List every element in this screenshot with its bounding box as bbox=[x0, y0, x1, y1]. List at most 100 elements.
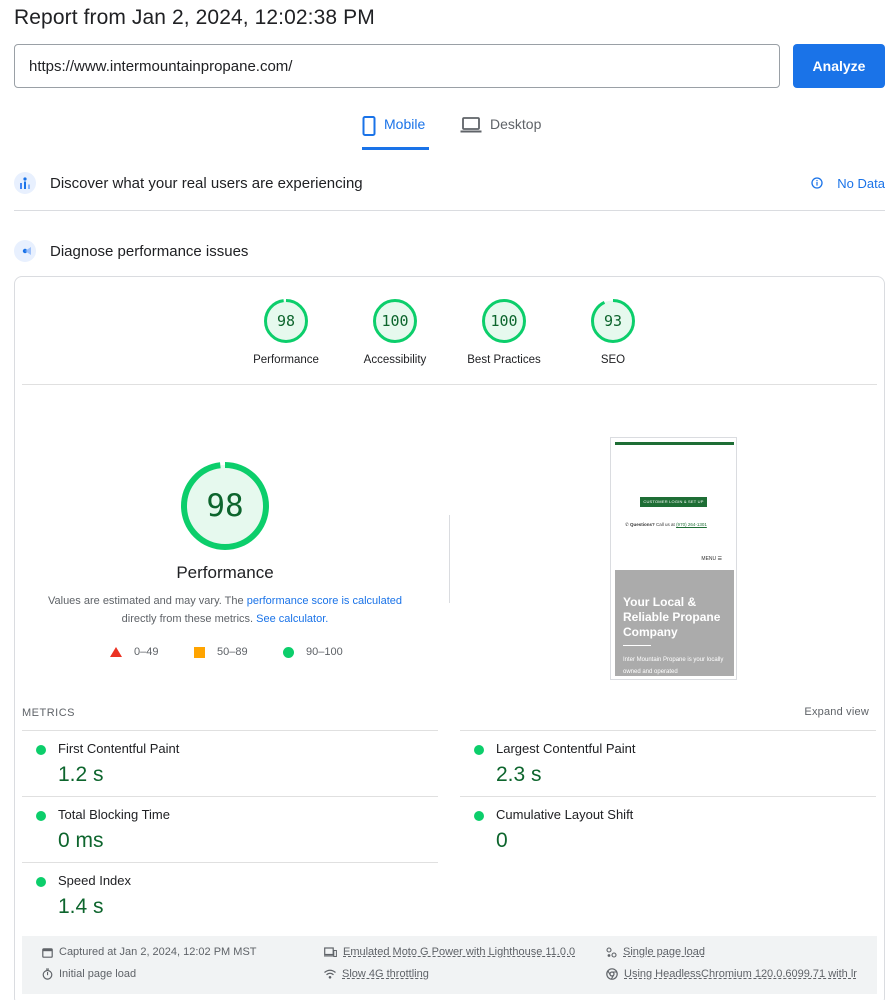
metric-value: 1.2 s bbox=[58, 763, 104, 786]
site-menu: MENU ☰ bbox=[701, 556, 722, 562]
footer-throttling-text: Slow 4G throttling bbox=[342, 968, 429, 980]
circle-icon bbox=[283, 646, 294, 658]
metric-value: 0 bbox=[496, 829, 508, 852]
metric-si: Speed Index 1.4 s bbox=[22, 862, 438, 928]
metric-value: 2.3 s bbox=[496, 763, 542, 786]
big-score-value: 98 bbox=[206, 488, 244, 524]
timer-icon bbox=[42, 968, 53, 980]
url-input[interactable] bbox=[14, 44, 780, 88]
metric-fcp: First Contentful Paint 1.2 s bbox=[22, 730, 438, 796]
laptop-icon bbox=[460, 117, 482, 133]
crux-section-header: Discover what your real users are experi… bbox=[14, 171, 885, 195]
desc-text-2: directly from these metrics. bbox=[121, 613, 257, 625]
performance-title: Performance bbox=[176, 563, 274, 582]
vertical-separator bbox=[449, 515, 450, 603]
metric-name: First Contentful Paint bbox=[58, 741, 180, 756]
performance-description: Values are estimated and may vary. The p… bbox=[30, 592, 420, 628]
gauge-seo[interactable]: 93 SEO bbox=[558, 298, 668, 366]
site-hero-divider bbox=[623, 645, 651, 646]
site-header-bar bbox=[615, 442, 734, 445]
square-icon bbox=[194, 646, 205, 658]
footer-browser-text: Using HeadlessChromium 120.0.6099.71 wit… bbox=[624, 968, 857, 980]
footer-emulated-text: Emulated Moto G Power with Lighthouse 11… bbox=[343, 946, 576, 958]
expand-view-toggle[interactable]: Expand view bbox=[804, 706, 869, 718]
performance-score-link[interactable]: performance score is calculated bbox=[247, 595, 402, 607]
pass-dot-icon bbox=[36, 745, 46, 755]
legend-average: 50–89 bbox=[194, 645, 248, 659]
gauge-performance[interactable]: 98 Performance bbox=[231, 298, 341, 366]
tab-desktop[interactable]: Desktop bbox=[460, 114, 550, 150]
triangle-icon bbox=[110, 647, 122, 657]
report-title: Report from Jan 2, 2024, 12:02:38 PM bbox=[14, 6, 375, 29]
session-icon bbox=[606, 946, 617, 958]
see-calculator-link[interactable]: See calculator. bbox=[256, 613, 328, 625]
site-questions-bold: Questions? bbox=[630, 522, 655, 527]
diagnose-section-header: Diagnose performance issues bbox=[14, 239, 885, 263]
score-value: 93 bbox=[603, 312, 623, 330]
site-questions-line: ✆ Questions? Call us at (970) 264-1301 bbox=[625, 522, 707, 528]
score-label: Best Practices bbox=[467, 354, 541, 366]
score-label: Performance bbox=[253, 354, 319, 366]
footer-throttling[interactable]: Slow 4G throttling bbox=[324, 968, 429, 980]
legend-poor-label: 0–49 bbox=[134, 646, 159, 658]
performance-big-gauge: 98 bbox=[180, 461, 270, 551]
metric-cls: Cumulative Layout Shift 0 bbox=[460, 796, 876, 862]
diagnose-title: Diagnose performance issues bbox=[50, 242, 249, 260]
final-screenshot[interactable]: CUSTOMER LOGIN & SET UP ✆ Questions? Cal… bbox=[610, 437, 737, 680]
pass-dot-icon bbox=[36, 877, 46, 887]
pass-dot-icon bbox=[474, 811, 484, 821]
gauge-best-practices[interactable]: 100 Best Practices bbox=[449, 298, 559, 366]
site-phone-number: (970) 264-1301 bbox=[676, 522, 707, 527]
no-data-label: No Data bbox=[837, 175, 885, 191]
tab-mobile[interactable]: Mobile bbox=[362, 114, 429, 150]
score-value: 100 bbox=[490, 312, 518, 330]
legend-good-label: 90–100 bbox=[306, 646, 343, 658]
score-label: Accessibility bbox=[363, 354, 427, 366]
metric-tbt: Total Blocking Time 0 ms bbox=[22, 796, 438, 862]
metrics-heading: METRICS bbox=[22, 707, 75, 719]
desc-text-1: Values are estimated and may vary. The bbox=[47, 595, 247, 607]
metric-lcp: Largest Contentful Paint 2.3 s bbox=[460, 730, 876, 796]
site-hero-text: Inter Mountain Propane is your locally o… bbox=[623, 657, 724, 675]
crux-title: Discover what your real users are experi… bbox=[50, 174, 363, 192]
gauge-accessibility[interactable]: 100 Accessibility bbox=[340, 298, 450, 366]
tab-mobile-label: Mobile bbox=[384, 116, 426, 132]
calendar-icon bbox=[42, 947, 53, 958]
section-divider bbox=[14, 210, 885, 211]
tab-desktop-label: Desktop bbox=[490, 116, 542, 132]
score-label: SEO bbox=[600, 354, 626, 366]
pass-dot-icon bbox=[36, 811, 46, 821]
pass-dot-icon bbox=[474, 745, 484, 755]
footer-browser[interactable]: Using HeadlessChromium 120.0.6099.71 wit… bbox=[606, 968, 857, 980]
info-icon bbox=[811, 177, 823, 189]
metric-name: Largest Contentful Paint bbox=[496, 741, 636, 756]
legend-good: 90–100 bbox=[283, 645, 343, 659]
runtime-settings bbox=[22, 936, 877, 994]
metric-name: Total Blocking Time bbox=[58, 807, 170, 822]
site-login-button: CUSTOMER LOGIN & SET UP bbox=[640, 497, 707, 507]
score-value: 100 bbox=[381, 312, 409, 330]
footer-single-load[interactable]: Single page load bbox=[606, 946, 705, 958]
score-value: 98 bbox=[276, 312, 296, 330]
footer-initial-load-text: Initial page load bbox=[59, 968, 137, 980]
legend-average-label: 50–89 bbox=[217, 646, 248, 658]
chrome-icon bbox=[606, 968, 618, 980]
devices-icon bbox=[324, 946, 337, 957]
smartphone-icon bbox=[362, 116, 376, 136]
wifi-icon bbox=[324, 969, 336, 979]
no-data-link[interactable]: No Data bbox=[811, 176, 885, 191]
legend-poor: 0–49 bbox=[110, 645, 158, 659]
metric-name: Speed Index bbox=[58, 873, 132, 888]
metric-name: Cumulative Layout Shift bbox=[496, 807, 634, 822]
site-questions-text: Call us at bbox=[654, 522, 677, 527]
footer-initial-load: Initial page load bbox=[42, 968, 136, 980]
metric-value: 0 ms bbox=[58, 829, 104, 852]
site-hero-title: Your Local & Reliable Propane Company bbox=[623, 595, 721, 639]
site-hero: Your Local & Reliable Propane Company In… bbox=[615, 570, 734, 676]
footer-single-load-text: Single page load bbox=[623, 946, 705, 958]
analyze-button[interactable]: Analyze bbox=[793, 44, 885, 88]
footer-emulated[interactable]: Emulated Moto G Power with Lighthouse 11… bbox=[324, 946, 575, 958]
lighthouse-beam-icon bbox=[14, 240, 36, 262]
footer-captured-text: Captured at Jan 2, 2024, 12:02 PM MST bbox=[59, 946, 257, 958]
footer-captured: Captured at Jan 2, 2024, 12:02 PM MST bbox=[42, 946, 257, 958]
